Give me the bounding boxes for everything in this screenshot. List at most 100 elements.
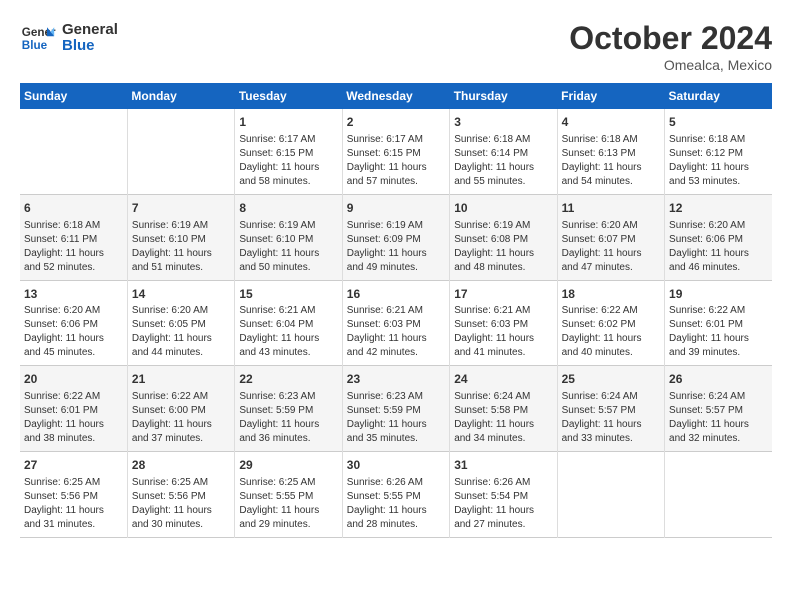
cell-info: Sunrise: 6:22 AM Sunset: 6:01 PM Dayligh… xyxy=(669,304,768,360)
day-number: 2 xyxy=(347,114,445,131)
cell-info: Sunrise: 6:18 AM Sunset: 6:14 PM Dayligh… xyxy=(454,133,552,189)
cell-info: Sunrise: 6:19 AM Sunset: 6:08 PM Dayligh… xyxy=(454,219,552,275)
cell-info: Sunrise: 6:17 AM Sunset: 6:15 PM Dayligh… xyxy=(347,133,445,189)
cell-info: Sunrise: 6:18 AM Sunset: 6:12 PM Dayligh… xyxy=(669,133,768,189)
calendar-cell: 12 Sunrise: 6:20 AM Sunset: 6:06 PM Dayli… xyxy=(665,194,772,280)
cell-info: Sunrise: 6:19 AM Sunset: 6:09 PM Dayligh… xyxy=(347,219,445,275)
cell-info: Sunrise: 6:25 AM Sunset: 5:55 PM Dayligh… xyxy=(239,476,337,532)
cell-info: Sunrise: 6:18 AM Sunset: 6:11 PM Dayligh… xyxy=(24,219,123,275)
calendar-cell: 27Sunrise: 6:25 AM Sunset: 5:56 PM Dayli… xyxy=(20,452,127,538)
cell-info: Sunrise: 6:20 AM Sunset: 6:05 PM Dayligh… xyxy=(132,304,230,360)
day-number: 27 xyxy=(24,457,123,474)
calendar-cell: 11Sunrise: 6:20 AM Sunset: 6:07 PM Dayli… xyxy=(557,194,664,280)
day-number: 28 xyxy=(132,457,230,474)
day-number: 14 xyxy=(132,286,230,303)
calendar-cell xyxy=(20,109,127,194)
calendar-cell: 20 Sunrise: 6:22 AM Sunset: 6:01 PM Dayli… xyxy=(20,366,127,452)
logo: General Blue General Blue xyxy=(20,20,118,56)
day-number: 18 xyxy=(562,286,660,303)
day-number: 6 xyxy=(24,200,123,217)
page-header: General Blue General Blue October 2024 O… xyxy=(20,20,772,73)
calendar-table: SundayMondayTuesdayWednesdayThursdayFrid… xyxy=(20,83,772,538)
cell-info: Sunrise: 6:19 AM Sunset: 6:10 PM Dayligh… xyxy=(132,219,230,275)
day-number: 19 xyxy=(669,286,768,303)
calendar-cell: 16Sunrise: 6:21 AM Sunset: 6:03 PM Dayli… xyxy=(342,280,449,366)
calendar-cell: 15Sunrise: 6:21 AM Sunset: 6:04 PM Dayli… xyxy=(235,280,342,366)
weekday-row: SundayMondayTuesdayWednesdayThursdayFrid… xyxy=(20,83,772,109)
weekday-header: Wednesday xyxy=(342,83,449,109)
day-number: 30 xyxy=(347,457,445,474)
day-number: 3 xyxy=(454,114,552,131)
cell-info: Sunrise: 6:24 AM Sunset: 5:57 PM Dayligh… xyxy=(669,390,768,446)
cell-info: Sunrise: 6:22 AM Sunset: 6:00 PM Dayligh… xyxy=(132,390,230,446)
calendar-header: SundayMondayTuesdayWednesdayThursdayFrid… xyxy=(20,83,772,109)
cell-info: Sunrise: 6:17 AM Sunset: 6:15 PM Dayligh… xyxy=(239,133,337,189)
calendar-cell: 10 Sunrise: 6:19 AM Sunset: 6:08 PM Dayli… xyxy=(450,194,557,280)
calendar-cell: 7 Sunrise: 6:19 AM Sunset: 6:10 PM Daylig… xyxy=(127,194,234,280)
day-number: 15 xyxy=(239,286,337,303)
calendar-cell: 30 Sunrise: 6:26 AM Sunset: 5:55 PM Dayli… xyxy=(342,452,449,538)
cell-info: Sunrise: 6:26 AM Sunset: 5:54 PM Dayligh… xyxy=(454,476,552,532)
day-number: 10 xyxy=(454,200,552,217)
cell-info: Sunrise: 6:18 AM Sunset: 6:13 PM Dayligh… xyxy=(562,133,660,189)
day-number: 11 xyxy=(562,200,660,217)
calendar-week-row: 6 Sunrise: 6:18 AM Sunset: 6:11 PM Daylig… xyxy=(20,194,772,280)
location: Omealca, Mexico xyxy=(569,57,772,73)
svg-text:Blue: Blue xyxy=(22,39,48,52)
weekday-header: Monday xyxy=(127,83,234,109)
cell-info: Sunrise: 6:26 AM Sunset: 5:55 PM Dayligh… xyxy=(347,476,445,532)
logo-icon: General Blue xyxy=(20,20,56,56)
day-number: 26 xyxy=(669,371,768,388)
day-number: 31 xyxy=(454,457,552,474)
calendar-cell: 24 Sunrise: 6:24 AM Sunset: 5:58 PM Dayli… xyxy=(450,366,557,452)
cell-info: Sunrise: 6:24 AM Sunset: 5:58 PM Dayligh… xyxy=(454,390,552,446)
cell-info: Sunrise: 6:21 AM Sunset: 6:03 PM Dayligh… xyxy=(347,304,445,360)
day-number: 21 xyxy=(132,371,230,388)
cell-info: Sunrise: 6:22 AM Sunset: 6:01 PM Dayligh… xyxy=(24,390,123,446)
calendar-cell xyxy=(127,109,234,194)
calendar-cell: 22 Sunrise: 6:23 AM Sunset: 5:59 PM Dayli… xyxy=(235,366,342,452)
calendar-cell: 4Sunrise: 6:18 AM Sunset: 6:13 PM Daylig… xyxy=(557,109,664,194)
day-number: 29 xyxy=(239,457,337,474)
day-number: 8 xyxy=(239,200,337,217)
calendar-cell: 28Sunrise: 6:25 AM Sunset: 5:56 PM Dayli… xyxy=(127,452,234,538)
cell-info: Sunrise: 6:20 AM Sunset: 6:06 PM Dayligh… xyxy=(669,219,768,275)
logo-line1: General xyxy=(62,22,118,39)
calendar-cell: 21 Sunrise: 6:22 AM Sunset: 6:00 PM Dayli… xyxy=(127,366,234,452)
calendar-cell: 1Sunrise: 6:17 AM Sunset: 6:15 PM Daylig… xyxy=(235,109,342,194)
weekday-header: Friday xyxy=(557,83,664,109)
day-number: 16 xyxy=(347,286,445,303)
day-number: 5 xyxy=(669,114,768,131)
calendar-week-row: 1Sunrise: 6:17 AM Sunset: 6:15 PM Daylig… xyxy=(20,109,772,194)
day-number: 20 xyxy=(24,371,123,388)
month-title: October 2024 xyxy=(569,20,772,57)
calendar-week-row: 20 Sunrise: 6:22 AM Sunset: 6:01 PM Dayli… xyxy=(20,366,772,452)
day-number: 23 xyxy=(347,371,445,388)
weekday-header: Thursday xyxy=(450,83,557,109)
day-number: 7 xyxy=(132,200,230,217)
calendar-cell: 6 Sunrise: 6:18 AM Sunset: 6:11 PM Daylig… xyxy=(20,194,127,280)
calendar-cell: 29 Sunrise: 6:25 AM Sunset: 5:55 PM Dayli… xyxy=(235,452,342,538)
cell-info: Sunrise: 6:24 AM Sunset: 5:57 PM Dayligh… xyxy=(562,390,660,446)
cell-info: Sunrise: 6:20 AM Sunset: 6:06 PM Dayligh… xyxy=(24,304,123,360)
title-block: October 2024 Omealca, Mexico xyxy=(569,20,772,73)
cell-info: Sunrise: 6:21 AM Sunset: 6:03 PM Dayligh… xyxy=(454,304,552,360)
cell-info: Sunrise: 6:23 AM Sunset: 5:59 PM Dayligh… xyxy=(239,390,337,446)
calendar-cell: 19Sunrise: 6:22 AM Sunset: 6:01 PM Dayli… xyxy=(665,280,772,366)
day-number: 22 xyxy=(239,371,337,388)
calendar-cell: 9 Sunrise: 6:19 AM Sunset: 6:09 PM Daylig… xyxy=(342,194,449,280)
day-number: 13 xyxy=(24,286,123,303)
day-number: 25 xyxy=(562,371,660,388)
calendar-cell: 13Sunrise: 6:20 AM Sunset: 6:06 PM Dayli… xyxy=(20,280,127,366)
calendar-cell: 2 Sunrise: 6:17 AM Sunset: 6:15 PM Daylig… xyxy=(342,109,449,194)
calendar-cell: 8Sunrise: 6:19 AM Sunset: 6:10 PM Daylig… xyxy=(235,194,342,280)
day-number: 24 xyxy=(454,371,552,388)
calendar-cell: 5 Sunrise: 6:18 AM Sunset: 6:12 PM Daylig… xyxy=(665,109,772,194)
weekday-header: Sunday xyxy=(20,83,127,109)
cell-info: Sunrise: 6:23 AM Sunset: 5:59 PM Dayligh… xyxy=(347,390,445,446)
calendar-cell xyxy=(665,452,772,538)
calendar-week-row: 13Sunrise: 6:20 AM Sunset: 6:06 PM Dayli… xyxy=(20,280,772,366)
day-number: 9 xyxy=(347,200,445,217)
day-number: 12 xyxy=(669,200,768,217)
cell-info: Sunrise: 6:22 AM Sunset: 6:02 PM Dayligh… xyxy=(562,304,660,360)
